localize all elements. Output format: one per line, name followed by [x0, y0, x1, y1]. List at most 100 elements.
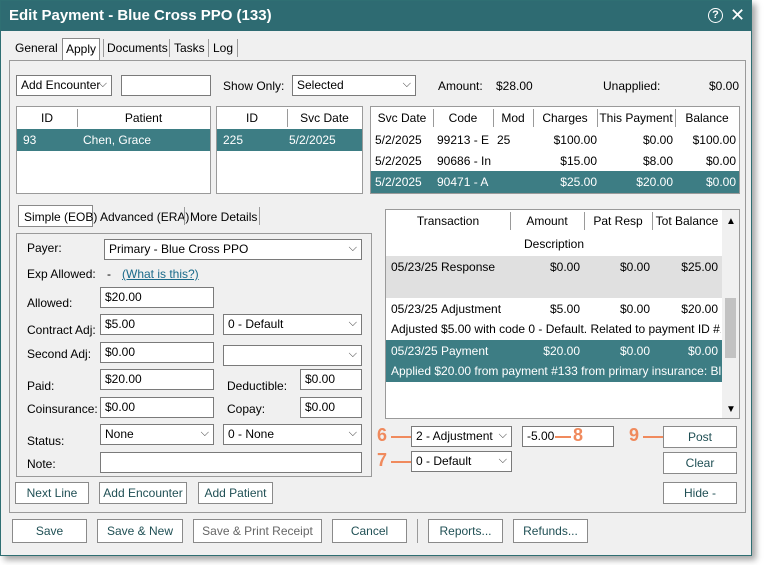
transaction-description: Adjusted $5.00 with code 0 - Default. Re… [391, 322, 721, 336]
transaction-pat-resp: $0.00 [619, 344, 650, 358]
transaction-type: Payment [441, 344, 489, 358]
patient-name: Chen, Grace [83, 133, 152, 147]
add-patient-button[interactable]: Add Patient [198, 482, 273, 504]
coinsurance-input[interactable]: $0.00 [100, 397, 214, 418]
tab-divider [237, 39, 238, 57]
chevron-down-icon: ⌵ [348, 317, 357, 329]
window-title: Edit Payment - Blue Cross PPO (133) [9, 7, 272, 24]
tab-tasks[interactable]: Tasks [171, 38, 208, 60]
help-icon[interactable]: ? [708, 8, 723, 23]
table-row[interactable]: 05/23/25 Adjustment $5.00 $0.00 $20.00 A… [386, 298, 722, 340]
charge-balance: $100.00 [692, 133, 736, 147]
note-input[interactable] [100, 452, 362, 473]
next-line-button[interactable]: Next Line [15, 482, 89, 504]
show-only-dropdown[interactable]: Selected ⌵ [292, 75, 416, 96]
transaction-type-dropdown[interactable]: 2 - Adjustment ⌵ [411, 426, 512, 447]
column-divider [597, 109, 598, 127]
tab-apply[interactable]: Apply [62, 38, 101, 60]
deductible-label: Deductible: [227, 379, 288, 393]
scroll-down-icon[interactable]: ▼ [726, 404, 736, 415]
allowed-input[interactable]: $20.00 [100, 287, 214, 308]
subtab-simple-eob[interactable]: Simple (EOB) [18, 205, 97, 227]
second-adj-input[interactable]: $0.00 [100, 342, 214, 363]
charge-svc-date: 5/2/2025 [375, 133, 422, 147]
transaction-pat-resp: $0.00 [619, 260, 650, 274]
column-header-charges: Charges [542, 111, 588, 125]
column-header-amount: Amount [526, 214, 568, 228]
transaction-type: Adjustment [441, 302, 502, 316]
column-divider [584, 212, 585, 230]
paid-label: Paid: [27, 379, 55, 393]
scrollbar-thumb[interactable] [725, 298, 736, 358]
table-row[interactable]: 5/2/2025 99213 - E 25 $100.00 $0.00 $100… [371, 129, 739, 150]
column-divider [287, 109, 288, 127]
deductible-input[interactable]: $0.00 [300, 369, 362, 390]
add-encounter-dropdown[interactable]: Add Encounter ⌵ [16, 75, 112, 96]
chevron-down-icon: ⌵ [498, 429, 507, 441]
charge-code: 90686 - In [437, 154, 492, 168]
refunds-button[interactable]: Refunds... [513, 519, 588, 543]
callout-6: 6 [377, 425, 388, 445]
tab-documents[interactable]: Documents [104, 38, 171, 60]
callout-line [391, 461, 411, 463]
table-row[interactable]: 05/23/25 Response $0.00 $0.00 $25.00 [386, 256, 722, 298]
charge-this-payment: $20.00 [636, 175, 673, 189]
subtab-advanced-era[interactable]: Advanced (ERA) [100, 210, 189, 224]
copay-input[interactable]: $0.00 [300, 397, 362, 418]
contract-adj-input[interactable]: $5.00 [100, 314, 214, 335]
second-adj-code-dropdown[interactable]: ⌵ [223, 345, 362, 366]
adjust-code-value: 0 - Default [416, 454, 472, 468]
column-header-svc-date: Svc Date [377, 111, 427, 125]
encounters-list: ID Svc Date 225 5/2/2025 [216, 106, 363, 194]
column-header-this-payment: This Payment [599, 111, 673, 125]
transaction-amount: $5.00 [549, 302, 580, 316]
hide-button[interactable]: Hide - [663, 482, 737, 504]
column-header-id: ID [41, 111, 53, 125]
column-header-code: Code [448, 111, 478, 125]
contract-adj-code-dropdown[interactable]: 0 - Default ⌵ [223, 314, 362, 335]
charge-amount: $25.00 [560, 175, 597, 189]
status-dropdown[interactable]: None ⌵ [100, 424, 214, 445]
table-row[interactable]: 5/2/2025 90471 - A $25.00 $20.00 $0.00 [371, 171, 739, 193]
save-new-button[interactable]: Save & New [97, 519, 183, 543]
subtab-more-details[interactable]: More Details [190, 210, 257, 224]
encounter-svc-date: 5/2/2025 [289, 133, 336, 147]
charge-code: 90471 - A [437, 175, 489, 189]
transaction-date: 05/23/25 [391, 260, 438, 274]
column-header-id: ID [246, 111, 258, 125]
patient-id: 93 [23, 133, 37, 147]
transaction-amount: $0.00 [549, 260, 580, 274]
what-is-this-link[interactable]: (What is this?) [122, 267, 199, 281]
post-button[interactable]: Post [663, 426, 737, 448]
tab-log[interactable]: Log [210, 38, 236, 60]
paid-input[interactable]: $20.00 [100, 369, 214, 390]
search-input[interactable] [121, 75, 211, 96]
add-encounter-button[interactable]: Add Encounter [99, 482, 187, 504]
save-print-receipt-button[interactable]: Save & Print Receipt [193, 519, 322, 543]
reports-button[interactable]: Reports... [428, 519, 503, 543]
exp-allowed-value: - [107, 267, 111, 281]
transaction-type-value: 2 - Adjustment [416, 429, 493, 443]
close-icon[interactable]: ✕ [730, 5, 745, 25]
scrollbar[interactable]: ▲ ▼ [722, 210, 739, 418]
scroll-up-icon[interactable]: ▲ [726, 216, 736, 227]
status-code-dropdown[interactable]: 0 - None ⌵ [223, 424, 362, 445]
column-divider [652, 212, 653, 230]
cancel-button[interactable]: Cancel [332, 519, 407, 543]
payer-dropdown[interactable]: Primary - Blue Cross PPO ⌵ [104, 239, 362, 260]
status-label: Status: [27, 434, 65, 448]
tab-general[interactable]: General [12, 38, 61, 60]
table-row[interactable]: 225 5/2/2025 [217, 129, 362, 151]
transaction-tot-balance: $25.00 [681, 260, 718, 274]
table-row[interactable]: 93 Chen, Grace [17, 129, 210, 151]
callout-9: 9 [629, 425, 640, 445]
table-row[interactable]: 05/23/25 Payment $20.00 $0.00 $0.00 Appl… [386, 340, 722, 382]
contract-adj-label: Contract Adj: [27, 323, 96, 337]
table-row[interactable]: 5/2/2025 90686 - In $15.00 $8.00 $0.00 [371, 150, 739, 171]
tab-divider [184, 207, 185, 225]
adjust-code-dropdown[interactable]: 0 - Default ⌵ [411, 451, 512, 472]
save-button[interactable]: Save [12, 519, 87, 543]
clear-button[interactable]: Clear [663, 452, 737, 474]
charge-balance: $0.00 [705, 154, 736, 168]
exp-allowed-label: Exp Allowed: [27, 267, 96, 281]
